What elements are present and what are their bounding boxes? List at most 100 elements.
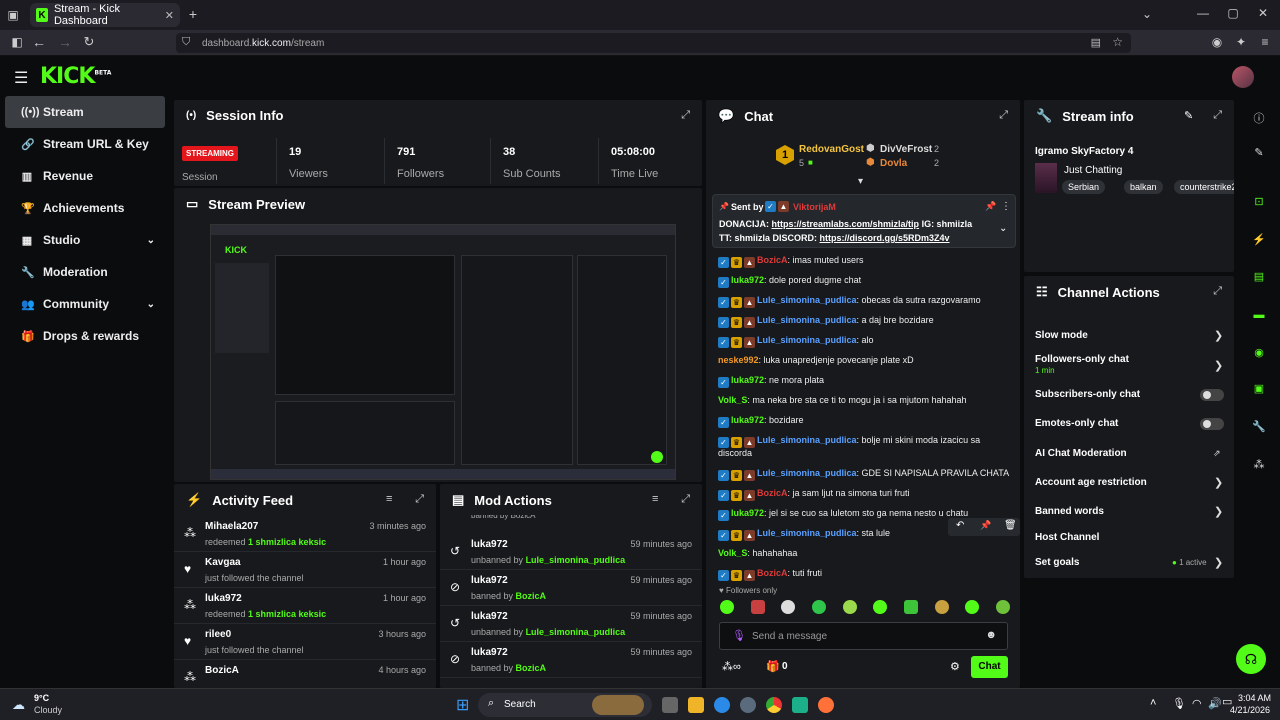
sidebar-item-achievements[interactable]: 🏆 Achievements	[5, 192, 165, 224]
sidebar-toggle-icon[interactable]: ◧	[10, 35, 24, 49]
expand-icon[interactable]: ⤢	[681, 109, 690, 122]
user-avatar[interactable]	[1232, 66, 1254, 88]
chat-username[interactable]: Lule_simonina_pudlica	[757, 335, 857, 345]
chat-username[interactable]: luka972	[731, 415, 764, 425]
emotes-only-toggle[interactable]	[1200, 418, 1224, 430]
new-tab-icon[interactable]: +	[186, 6, 200, 22]
task-view-icon[interactable]	[662, 697, 678, 713]
microphone-icon[interactable]: 🎙	[732, 629, 746, 642]
sidebar-item-drops[interactable]: 🎁 Drops & rewards	[5, 320, 165, 352]
firefox-icon[interactable]	[818, 697, 834, 713]
clock-date[interactable]: 4/21/2026	[1230, 705, 1270, 715]
kick-logo[interactable]: KICKBETA	[40, 64, 111, 89]
lightning-icon[interactable]: ⚡	[1252, 233, 1266, 247]
taskbar-search[interactable]: ⌕ Search	[478, 693, 652, 717]
expand-icon[interactable]: ⤢	[1213, 285, 1222, 298]
wifi-icon[interactable]: ◠	[1192, 697, 1202, 710]
chevron-right-icon[interactable]: ❯	[1214, 476, 1223, 489]
edge-icon[interactable]	[714, 697, 730, 713]
activity-user[interactable]: BozicA	[205, 665, 239, 676]
extensions-icon[interactable]: ✦	[1234, 35, 1248, 49]
collapse-leaderboard-icon[interactable]: ▾	[858, 176, 863, 187]
pinned-link-discord[interactable]: https://discord.gg/s5RDm3Z4v	[820, 233, 950, 243]
activity-user[interactable]: luka972	[205, 593, 242, 604]
slow-mode-option[interactable]: Slow mode	[1035, 330, 1088, 341]
mod-user[interactable]: luka972	[471, 539, 508, 550]
back-icon[interactable]: ←	[32, 34, 46, 50]
send-chat-button[interactable]: Chat	[971, 656, 1008, 678]
chat-username[interactable]: BozicA	[757, 568, 788, 578]
channel-points-icon[interactable]: ⁂∞	[722, 660, 741, 673]
set-goals-option[interactable]: Set goals	[1035, 557, 1079, 568]
browser-tab[interactable]: K Stream - Kick Dashboard ✕	[30, 3, 180, 27]
subscribers-only-toggle[interactable]	[1200, 389, 1224, 401]
mod-user[interactable]: luka972	[471, 575, 508, 586]
chevron-right-icon[interactable]: ❯	[1214, 556, 1223, 569]
info-icon[interactable]: ⓘ	[1252, 110, 1266, 125]
top-gifter-3[interactable]: Dovla	[880, 158, 907, 169]
chat-username[interactable]: luka972	[731, 275, 764, 285]
gift-icon[interactable]: 🎁	[766, 660, 780, 673]
chat-input[interactable]: 🎙 Send a message ☻	[719, 622, 1008, 650]
reply-icon[interactable]: ↶	[956, 520, 964, 531]
activity-user[interactable]: Mihaela207	[205, 521, 258, 532]
chat-username[interactable]: Lule_simonina_pudlica	[757, 435, 857, 445]
volume-icon[interactable]: 🔊	[1208, 697, 1222, 710]
sidebar-item-moderation[interactable]: 🔧 Moderation	[5, 256, 165, 288]
chevron-right-icon[interactable]: ❯	[1214, 329, 1223, 342]
monitor-icon[interactable]: ▣	[1252, 382, 1266, 396]
more-options-icon[interactable]: ⋮	[1001, 201, 1011, 212]
sidebar-item-stream[interactable]: ((•)) Stream	[5, 96, 165, 128]
chat-username[interactable]: Volk_S	[718, 395, 747, 405]
pin-message-icon[interactable]: 📌	[980, 520, 991, 531]
minimize-icon[interactable]: —	[1196, 6, 1210, 20]
activity-user[interactable]: Kavgaa	[205, 557, 241, 568]
host-channel-option[interactable]: Host Channel	[1035, 532, 1099, 543]
mod-user[interactable]: luka972	[471, 647, 508, 658]
emoji-picker-icon[interactable]: ☻	[985, 629, 997, 641]
emote-icon[interactable]	[903, 600, 918, 614]
hamburger-menu-icon[interactable]: ☰	[14, 68, 28, 88]
emote-icon[interactable]	[873, 600, 888, 614]
external-link-icon[interactable]: ⇗	[1213, 448, 1221, 459]
bookmark-star-icon[interactable]: ☆	[1112, 35, 1123, 49]
chat-settings-icon[interactable]: ⚙	[950, 660, 960, 673]
chat-username[interactable]: Lule_simonina_pudlica	[757, 528, 857, 538]
emote-icon[interactable]	[934, 600, 949, 614]
emote-icon[interactable]	[842, 600, 857, 614]
top-gifter-2[interactable]: DivVeFrost	[880, 144, 932, 155]
chat-username[interactable]: BozicA	[757, 255, 788, 265]
emote-icon[interactable]	[781, 600, 796, 614]
edit-pencil-icon[interactable]: ✎	[1184, 109, 1193, 122]
windows-start-icon[interactable]: ⊞	[456, 695, 469, 715]
stream-preview-video[interactable]: KICK	[210, 224, 676, 480]
url-field[interactable]: ⛉ dashboard. kick.com/stream ▤ ☆	[176, 33, 1131, 53]
filter-icon[interactable]: ≡	[386, 493, 392, 505]
reader-view-icon[interactable]: ▤	[1091, 36, 1101, 49]
weather-desc[interactable]: Cloudy	[34, 705, 62, 715]
sidebar-item-studio[interactable]: ▦ Studio ⌄	[5, 224, 165, 256]
clipboard-icon[interactable]: ▤	[1252, 270, 1266, 284]
expand-pinned-icon[interactable]: ⌄	[999, 223, 1007, 234]
expand-icon[interactable]: ⤢	[415, 493, 424, 506]
filter-icon[interactable]: ≡	[652, 493, 658, 505]
menu-icon[interactable]: ≡	[1258, 35, 1272, 49]
focus-icon[interactable]: ⊡	[1252, 195, 1266, 209]
chrome-icon[interactable]	[766, 697, 782, 713]
unpin-icon[interactable]: 📌	[985, 201, 996, 212]
chat-username[interactable]: luka972	[731, 508, 764, 518]
clock-time[interactable]: 3:04 AM	[1238, 693, 1271, 703]
chat-username[interactable]: Lule_simonina_pudlica	[757, 468, 857, 478]
emote-icon[interactable]	[811, 600, 826, 614]
close-tab-icon[interactable]: ✕	[165, 9, 174, 22]
emote-icon[interactable]	[720, 600, 734, 614]
chat-username[interactable]: Lule_simonina_pudlica	[757, 315, 857, 325]
expand-icon[interactable]: ⤢	[1213, 109, 1222, 122]
pinned-link-streamlabs[interactable]: https://streamlabs.com/shmizla/tip	[772, 219, 920, 229]
chevron-right-icon[interactable]: ❯	[1214, 505, 1223, 518]
tab-overview-icon[interactable]: ▣	[6, 8, 20, 22]
file-explorer-icon[interactable]	[688, 697, 704, 713]
activity-user[interactable]: rilee0	[205, 629, 231, 640]
wrench-icon[interactable]: 🔧	[1252, 420, 1266, 434]
emote-icon[interactable]	[965, 600, 980, 614]
